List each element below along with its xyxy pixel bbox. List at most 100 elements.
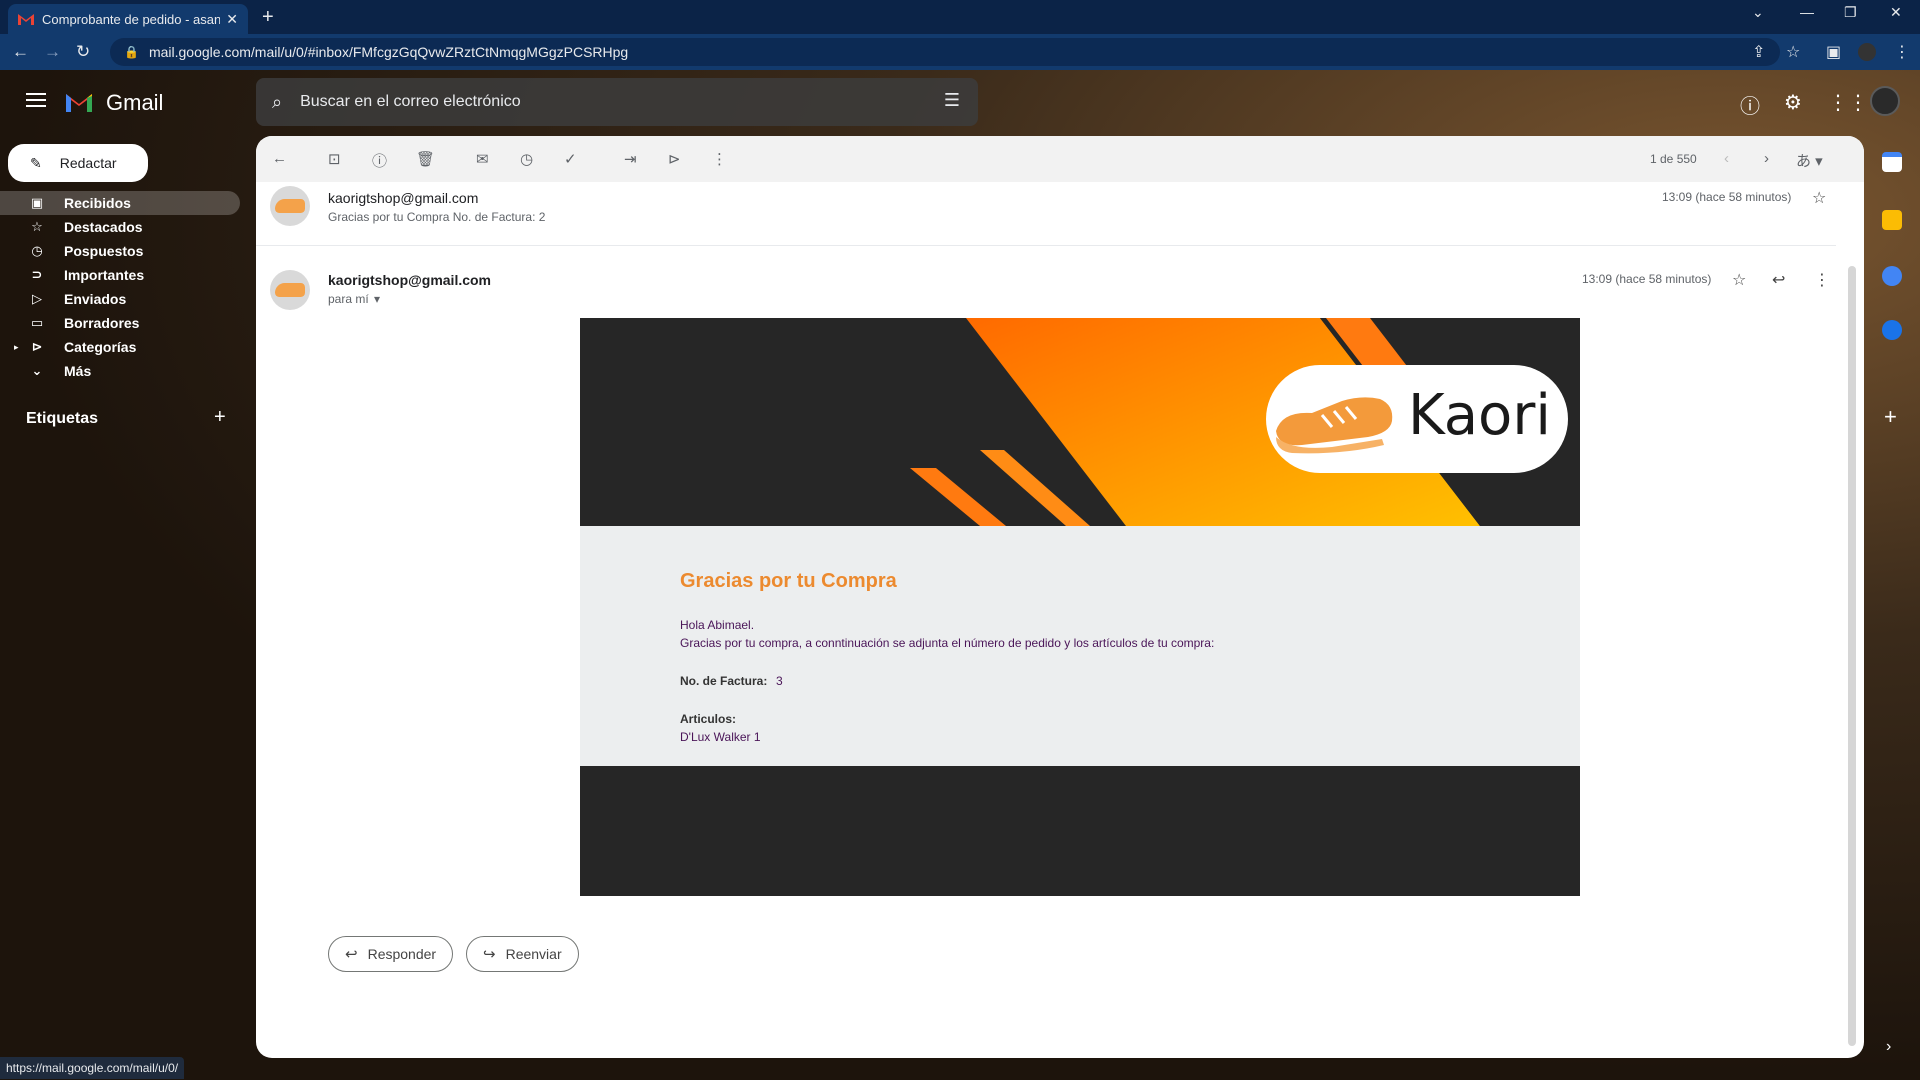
send-icon: ▷	[32, 291, 42, 306]
important-icon: ⊃	[31, 267, 43, 282]
apps-grid-icon[interactable]: ⋮⋮	[1828, 90, 1868, 115]
sidebar-item-recibidos[interactable]: ▣ Recibidos	[0, 191, 240, 215]
tab-search-icon[interactable]: ⌄	[1752, 4, 1764, 21]
sidebar-item-label: Recibidos	[64, 195, 131, 211]
message-time: 13:09 (hace 58 minutos)	[1662, 190, 1792, 204]
more-options-icon[interactable]: ⋮	[1814, 270, 1830, 290]
reply-button[interactable]: ↩ Responder	[328, 936, 454, 972]
clock-icon: ◷	[31, 243, 43, 258]
delete-icon[interactable]: 🗑	[416, 150, 435, 168]
back-to-inbox-icon[interactable]: ←	[272, 150, 287, 167]
sidebar-item-mas[interactable]: ⌄ Más	[0, 359, 240, 383]
sidebar-item-label: Pospuestos	[64, 243, 144, 259]
sidebar-item-destacados[interactable]: ☆ Destacados	[0, 215, 240, 239]
menu-dots-icon[interactable]: ⋮	[1894, 42, 1910, 62]
sender-name: kaorigtshop@gmail.com	[328, 272, 492, 288]
archive-icon[interactable]: ⊡	[328, 150, 341, 168]
sidebar-item-label: Enviados	[64, 291, 127, 307]
avatar[interactable]	[1870, 86, 1900, 116]
shoe-logo-icon	[1276, 397, 1393, 454]
sidebar-item-label: Destacados	[64, 219, 143, 235]
sender-avatar	[270, 270, 310, 310]
search-icon: ⌕	[272, 91, 283, 112]
main-menu-icon[interactable]	[26, 93, 46, 107]
draft-icon: ▭	[30, 315, 44, 330]
gear-icon[interactable]: ⚙	[1784, 90, 1802, 115]
message-time: 13:09 (hace 58 minutos)	[1582, 272, 1712, 286]
new-tab-icon[interactable]: +	[262, 6, 274, 29]
url-text: mail.google.com/mail/u/0/#inbox/FMfcgzGq…	[148, 44, 629, 60]
reply-icon[interactable]: ↩	[1772, 270, 1785, 290]
greeting-text: Hola Abimael.	[680, 618, 755, 632]
label-icon: ⊳	[31, 339, 43, 354]
newer-icon[interactable]: ‹	[1724, 150, 1729, 167]
email-title: Gracias por tu Compra	[680, 570, 897, 592]
close-window-icon[interactable]: ✕	[1890, 4, 1902, 21]
recipient-dropdown-icon[interactable]: ▾	[374, 292, 380, 306]
address-bar[interactable]: 🔒 mail.google.com/mail/u/0/#inbox/FMfcgz…	[110, 38, 1780, 66]
search-placeholder: Buscar en el correo electrónico	[300, 93, 521, 110]
bookmark-star-icon[interactable]: ☆	[1786, 42, 1800, 62]
add-task-icon[interactable]: ✓	[564, 150, 577, 168]
browser-tab[interactable]: Comprobante de pedido - asana ✕	[8, 4, 248, 34]
items-label: Articulos:	[680, 712, 737, 726]
search-options-icon[interactable]: ☰	[944, 90, 960, 111]
label-icon[interactable]: ⊳	[668, 150, 681, 168]
sidebar-item-pospuestos[interactable]: ◷ Pospuestos	[0, 239, 240, 263]
compose-button[interactable]: ✎ Redactar	[8, 144, 148, 182]
brand-name: Kaori	[1408, 383, 1551, 448]
search-input[interactable]: ⌕ Buscar en el correo electrónico ☰	[256, 78, 978, 126]
star-icon[interactable]: ☆	[1812, 188, 1826, 208]
email-body: Gracias por tu Compra Hola Abimael. Grac…	[580, 526, 1580, 766]
show-side-panel-icon[interactable]: ›	[1886, 1038, 1891, 1056]
share-icon[interactable]: ⇪	[1752, 42, 1765, 62]
star-icon[interactable]: ☆	[1732, 270, 1746, 290]
more-icon[interactable]: ⋮	[712, 150, 727, 168]
message-counter: 1 de 550	[1650, 152, 1697, 166]
help-icon[interactable]: ⓘ	[1740, 90, 1760, 119]
sidebar-item-label: Borradores	[64, 315, 140, 331]
collapsed-message[interactable]: kaorigtshop@gmail.com Gracias por tu Com…	[256, 182, 1836, 246]
browser-tab-strip: Comprobante de pedido - asana ✕ + ⌄ — ❐ …	[0, 0, 1920, 34]
report-spam-icon[interactable]: ⓘ	[372, 150, 387, 171]
snooze-icon[interactable]: ◷	[520, 150, 533, 168]
star-icon: ☆	[31, 219, 43, 234]
tasks-icon[interactable]	[1882, 266, 1902, 286]
browser-toolbar: ← → ↻ 🔒 mail.google.com/mail/u/0/#inbox/…	[0, 34, 1920, 70]
forward-icon: ↪	[483, 946, 496, 963]
tab-title: Comprobante de pedido - asana	[42, 11, 221, 27]
reply-icon: ↩	[345, 946, 358, 963]
sidebar-item-categorias[interactable]: ▸ ⊳ Categorías	[0, 335, 240, 359]
keep-icon[interactable]	[1882, 210, 1902, 230]
message-snippet: Gracias por tu Compra No. de Factura: 2	[328, 210, 546, 224]
message-panel: ← ⊡ ⓘ 🗑 ✉ ◷ ✓ ⇥ ⊳ ⋮ 1 de 550 ‹ › あ ▾ kao…	[256, 136, 1864, 1058]
scrollbar[interactable]	[1848, 266, 1856, 1046]
mark-unread-icon[interactable]: ✉	[476, 150, 489, 168]
invoice-number: 3	[776, 674, 783, 688]
move-to-icon[interactable]: ⇥	[624, 150, 637, 168]
restore-icon[interactable]: ❐	[1844, 4, 1857, 21]
forward-button[interactable]: ↪ Reenviar	[466, 936, 579, 972]
add-label-icon[interactable]: +	[214, 406, 226, 429]
email-banner: Kaori	[580, 318, 1580, 526]
profile-icon[interactable]	[1858, 43, 1876, 61]
side-panel-icon[interactable]: ▣	[1826, 42, 1841, 62]
reload-icon[interactable]: ↻	[76, 42, 90, 62]
recipient-label[interactable]: para mí	[328, 292, 369, 306]
forward-label: Reenviar	[505, 946, 562, 962]
expand-arrow-icon[interactable]: ▸	[14, 342, 19, 353]
contacts-icon[interactable]	[1882, 320, 1902, 340]
close-tab-icon[interactable]: ✕	[226, 11, 238, 28]
sidebar-item-importantes[interactable]: ⊃ Importantes	[0, 263, 240, 287]
forward-icon[interactable]: →	[44, 42, 61, 62]
add-addon-icon[interactable]: +	[1884, 404, 1897, 430]
back-icon[interactable]: ←	[12, 42, 29, 62]
gmail-brand: Gmail	[106, 90, 164, 115]
sidebar-item-enviados[interactable]: ▷ Enviados	[0, 287, 240, 311]
minimize-icon[interactable]: —	[1800, 4, 1814, 20]
sidebar-item-borradores[interactable]: ▭ Borradores	[0, 311, 240, 335]
email-footer	[580, 766, 1580, 896]
calendar-icon[interactable]	[1882, 152, 1902, 172]
older-icon[interactable]: ›	[1764, 150, 1769, 167]
input-tools-icon[interactable]: あ ▾	[1796, 150, 1823, 171]
